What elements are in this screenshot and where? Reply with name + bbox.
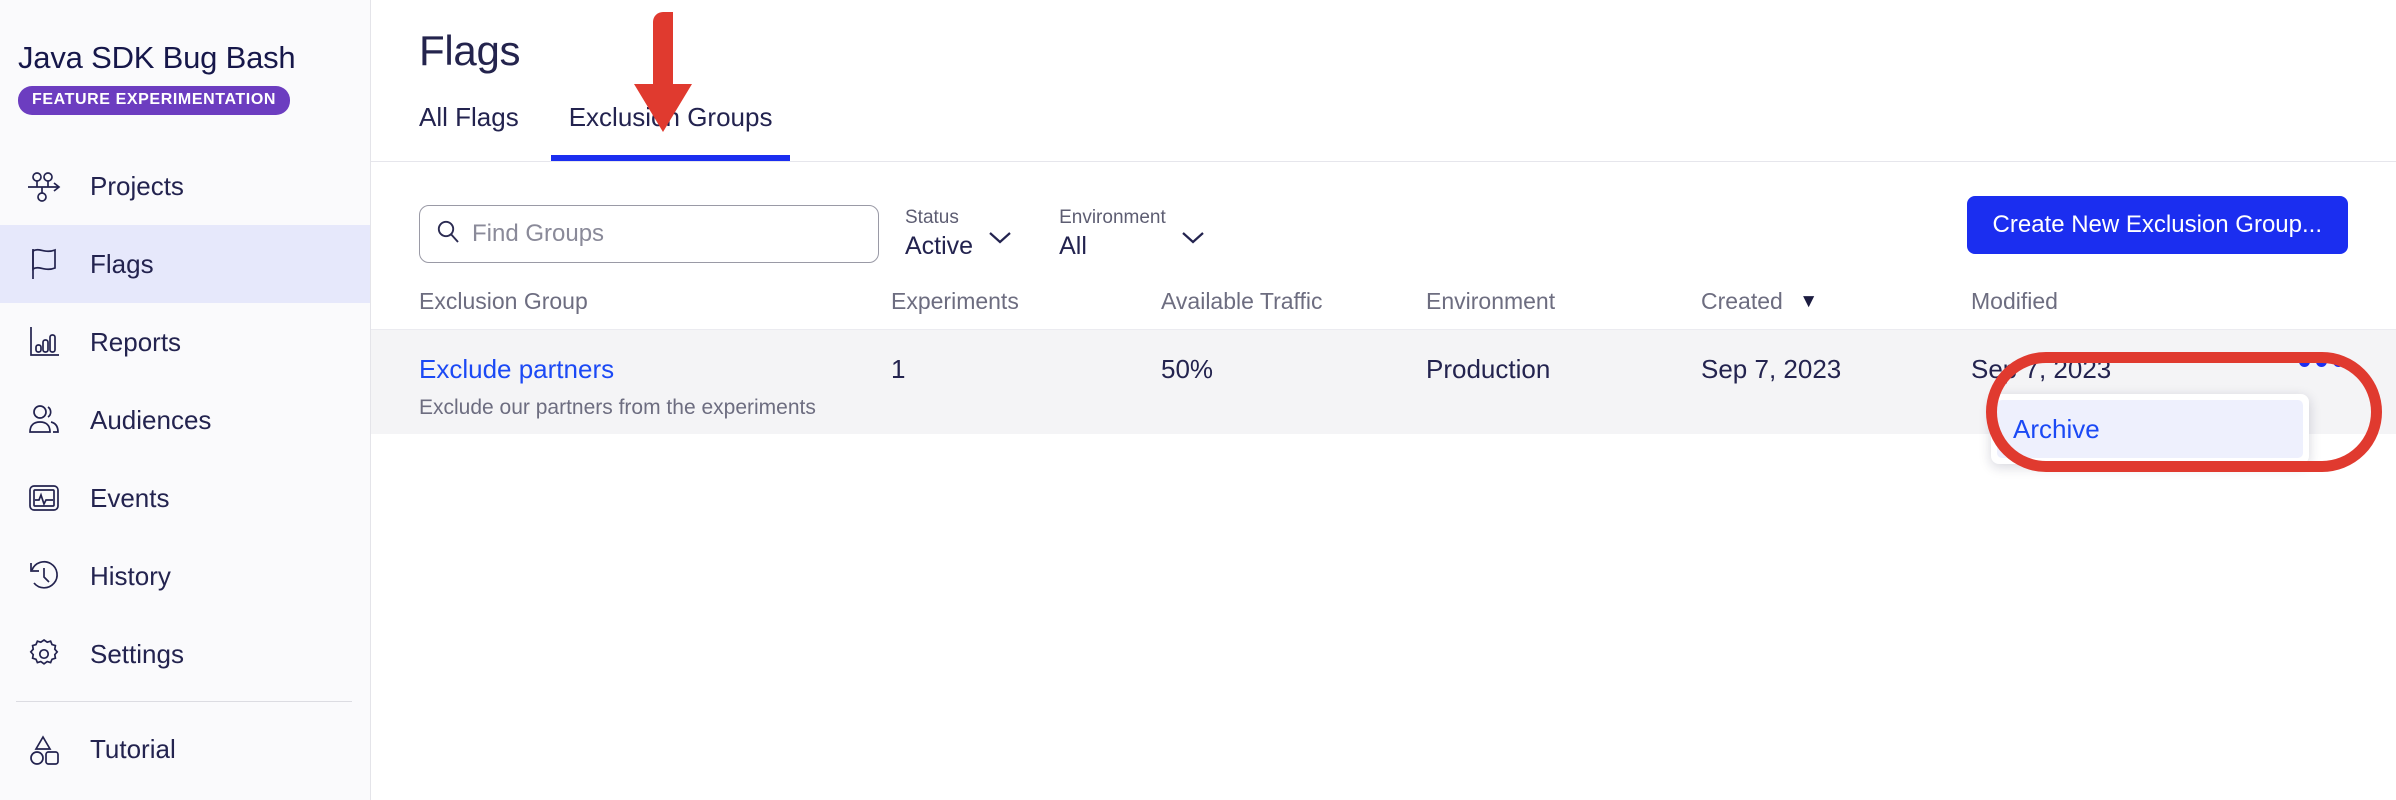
sidebar-item-settings[interactable]: Settings (0, 615, 370, 693)
clock-rewind-icon (18, 550, 70, 602)
sidebar-item-flags[interactable]: Flags (0, 225, 370, 303)
sidebar-item-label: Reports (90, 327, 181, 357)
sidebar-item-label: Flags (90, 249, 154, 279)
filter-status[interactable]: Status Active (905, 207, 1013, 261)
table-row[interactable]: Exclude partners Exclude our partners fr… (371, 330, 2396, 434)
filter-value: All (1059, 231, 1166, 261)
modified-date: Sep 7, 2023 (1971, 354, 2111, 384)
sidebar-item-label: Audiences (90, 405, 211, 435)
table-header-row: Exclusion Group Experiments Available Tr… (371, 288, 2396, 330)
bar-chart-icon (18, 316, 70, 368)
row-options-menu: Archive (1991, 394, 2309, 464)
sidebar-item-label: History (90, 561, 171, 591)
sidebar-item-label: Tutorial (90, 734, 176, 764)
shapes-icon (18, 723, 70, 775)
cell-experiments: 1 (891, 354, 1161, 384)
sidebar-nav: Projects Flags (0, 147, 370, 788)
sidebar-item-label: Events (90, 483, 170, 513)
sidebar-item-audiences[interactable]: Audiences (0, 381, 370, 459)
filter-environment[interactable]: Environment All (1059, 207, 1206, 261)
create-new-exclusion-group-button[interactable]: Create New Exclusion Group... (1967, 196, 2348, 254)
column-header-exclusion-group[interactable]: Exclusion Group (371, 288, 891, 314)
tab-bar: All Flags Exclusion Groups (371, 102, 2396, 162)
users-icon (18, 394, 70, 446)
page-title: Flags (371, 0, 2396, 76)
brand-block: Java SDK Bug Bash FEATURE EXPERIMENTATIO… (0, 0, 370, 115)
more-options-icon[interactable] (2299, 356, 2344, 367)
column-header-experiments[interactable]: Experiments (891, 288, 1161, 314)
kebab-dot (2316, 356, 2327, 367)
column-header-created-label: Created (1701, 288, 1783, 314)
sidebar-item-projects[interactable]: Projects (0, 147, 370, 225)
exclusion-group-link[interactable]: Exclude partners (419, 354, 891, 384)
sidebar-item-label: Projects (90, 171, 184, 201)
chevron-down-icon (987, 229, 1013, 250)
cell-environment: Production (1426, 354, 1701, 384)
app-window: Java SDK Bug Bash FEATURE EXPERIMENTATIO… (0, 0, 2396, 800)
exclusion-group-description: Exclude our partners from the experiment… (419, 396, 891, 420)
sidebar-divider (16, 701, 352, 702)
flag-icon (18, 238, 70, 290)
monitor-pulse-icon (18, 472, 70, 524)
cell-created: Sep 7, 2023 (1701, 354, 1971, 384)
column-header-created[interactable]: Created ▼ (1701, 288, 1971, 315)
filter-label: Environment (1059, 207, 1166, 229)
toolbar: Status Active Environment All (371, 162, 2396, 272)
search-icon (434, 218, 462, 251)
sidebar-item-tutorial[interactable]: Tutorial (0, 710, 370, 788)
tab-all-flags[interactable]: All Flags (401, 102, 537, 158)
product-badge: FEATURE EXPERIMENTATION (18, 86, 290, 115)
projects-icon (18, 160, 70, 212)
menu-item-archive[interactable]: Archive (1997, 400, 2303, 458)
sort-descending-icon: ▼ (1799, 289, 1818, 315)
filter-value: Active (905, 231, 973, 261)
chevron-down-icon (1180, 229, 1206, 250)
gear-icon (18, 628, 70, 680)
tab-exclusion-groups[interactable]: Exclusion Groups (551, 102, 791, 158)
tab-label: Exclusion Groups (569, 102, 773, 132)
cell-exclusion-group: Exclude partners Exclude our partners fr… (371, 354, 891, 420)
kebab-dot (2333, 356, 2344, 367)
search-input[interactable] (472, 220, 864, 248)
search-box[interactable] (419, 205, 879, 263)
sidebar-item-reports[interactable]: Reports (0, 303, 370, 381)
sidebar-item-events[interactable]: Events (0, 459, 370, 537)
tab-label: All Flags (419, 102, 519, 132)
column-header-modified[interactable]: Modified (1971, 288, 2396, 314)
project-title: Java SDK Bug Bash (18, 40, 370, 76)
column-header-environment[interactable]: Environment (1426, 288, 1701, 314)
main-content: Flags All Flags Exclusion Groups Sta (371, 0, 2396, 800)
cell-modified: Sep 7, 2023 Archive (1971, 354, 2396, 384)
sidebar-item-label: Settings (90, 639, 184, 669)
column-header-available-traffic[interactable]: Available Traffic (1161, 288, 1426, 314)
kebab-dot (2299, 356, 2310, 367)
sidebar-item-history[interactable]: History (0, 537, 370, 615)
cell-available-traffic: 50% (1161, 354, 1426, 384)
sidebar: Java SDK Bug Bash FEATURE EXPERIMENTATIO… (0, 0, 371, 800)
exclusion-groups-table: Exclusion Group Experiments Available Tr… (371, 288, 2396, 434)
filter-label: Status (905, 207, 973, 229)
